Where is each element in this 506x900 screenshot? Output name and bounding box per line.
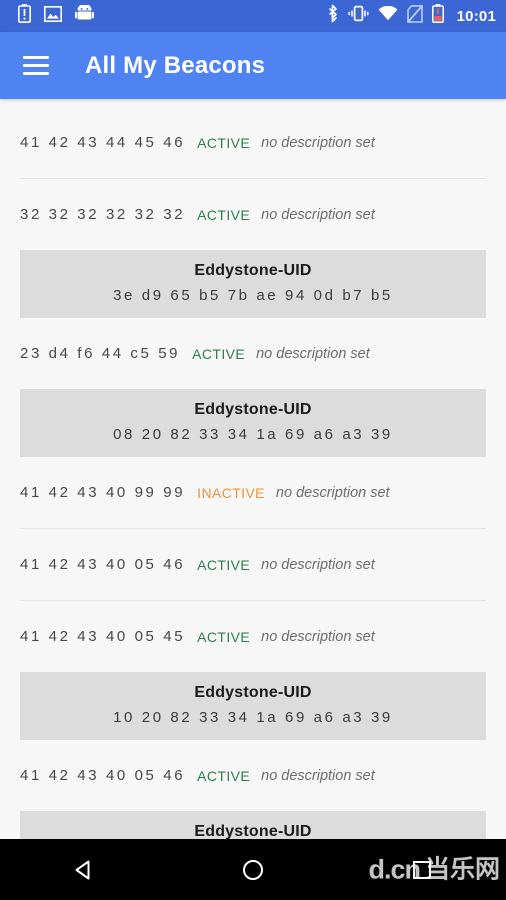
- bluetooth-icon: [326, 4, 339, 28]
- beacon-description: no description set: [261, 767, 375, 784]
- eddystone-uid-card[interactable]: Eddystone-UID: [20, 811, 486, 839]
- hamburger-menu-icon[interactable]: [12, 42, 60, 90]
- home-circle-icon[interactable]: [223, 846, 283, 894]
- battery-alert-icon: [18, 4, 31, 28]
- status-bar: 10:01: [0, 0, 506, 32]
- status-badge: ACTIVE: [197, 206, 251, 223]
- status-badge: INACTIVE: [197, 484, 265, 501]
- beacon-description: no description set: [275, 484, 390, 501]
- screenshot-image-icon: [44, 5, 62, 27]
- eddystone-uid-title: Eddystone-UID: [194, 823, 312, 839]
- status-clock: 10:01: [456, 7, 496, 25]
- beacon-description: no description set: [261, 134, 375, 151]
- app-bar: All My Beacons: [0, 32, 506, 99]
- page-title: All My Beacons: [85, 51, 266, 79]
- eddystone-uid-card[interactable]: Eddystone-UID 3e d9 65 b5 7b ae 94 0d b7…: [20, 250, 486, 318]
- beacon-address: 23 d4 f6 44 c5 59: [20, 345, 181, 362]
- beacon-address: 41 42 43 44 45 46: [20, 134, 186, 151]
- eddystone-uid-hex: 08 20 82 33 34 1a 69 a6 a3 39: [113, 426, 393, 443]
- android-robot-icon: [75, 3, 94, 27]
- eddystone-uid-title: Eddystone-UID: [194, 684, 312, 701]
- beacon-address: 41 42 43 40 05 45: [20, 628, 186, 645]
- beacon-list[interactable]: 41 42 43 44 45 46 ACTIVE no description …: [0, 99, 506, 839]
- beacon-address: 41 42 43 40 05 46: [20, 556, 186, 573]
- no-sim-icon: [406, 4, 423, 28]
- eddystone-uid-hex: 3e d9 65 b5 7b ae 94 0d b7 b5: [113, 287, 393, 304]
- status-badge: ACTIVE: [197, 134, 251, 151]
- status-badge: ACTIVE: [197, 628, 251, 645]
- list-item[interactable]: 32 32 32 32 32 32 ACTIVE no description …: [0, 179, 506, 250]
- status-badge: ACTIVE: [192, 345, 246, 362]
- status-icons-right: 10:01: [326, 4, 496, 28]
- back-triangle-icon[interactable]: [54, 846, 114, 894]
- eddystone-uid-card[interactable]: Eddystone-UID 10 20 82 33 34 1a 69 a6 a3…: [20, 672, 486, 740]
- eddystone-uid-card[interactable]: Eddystone-UID 08 20 82 33 34 1a 69 a6 a3…: [20, 389, 486, 457]
- android-nav-bar: d.cn 当乐网: [0, 839, 506, 900]
- recents-square-icon[interactable]: [392, 846, 452, 894]
- phone-screen: 10:01 All My Beacons 41 42 43 44 45 46 A…: [0, 0, 506, 900]
- beacon-description: no description set: [261, 206, 375, 223]
- battery-low-icon: [431, 4, 444, 28]
- beacon-address: 41 42 43 40 05 46: [20, 767, 186, 784]
- list-item[interactable]: 41 42 43 40 05 46 ACTIVE no description …: [0, 740, 506, 811]
- status-icons-left: [18, 3, 94, 28]
- list-item[interactable]: 41 42 43 40 05 46 ACTIVE no description …: [0, 529, 506, 600]
- beacon-description: no description set: [256, 345, 370, 362]
- status-badge: ACTIVE: [197, 767, 251, 784]
- status-badge: ACTIVE: [197, 556, 251, 573]
- beacon-description: no description set: [261, 628, 375, 645]
- eddystone-uid-title: Eddystone-UID: [194, 401, 312, 418]
- list-item[interactable]: 23 d4 f6 44 c5 59 ACTIVE no description …: [0, 318, 506, 389]
- list-item[interactable]: 41 42 43 40 99 99 INACTIVE no descriptio…: [0, 457, 506, 528]
- beacon-description: no description set: [261, 556, 375, 573]
- wifi-icon: [378, 5, 398, 26]
- beacon-address: 41 42 43 40 99 99: [20, 484, 186, 501]
- list-item[interactable]: 41 42 43 40 05 45 ACTIVE no description …: [0, 601, 506, 672]
- vibrate-icon: [348, 5, 369, 27]
- list-item[interactable]: 41 42 43 44 45 46 ACTIVE no description …: [0, 107, 506, 178]
- eddystone-uid-title: Eddystone-UID: [194, 262, 312, 279]
- eddystone-uid-hex: 10 20 82 33 34 1a 69 a6 a3 39: [113, 709, 393, 726]
- beacon-address: 32 32 32 32 32 32: [20, 206, 186, 223]
